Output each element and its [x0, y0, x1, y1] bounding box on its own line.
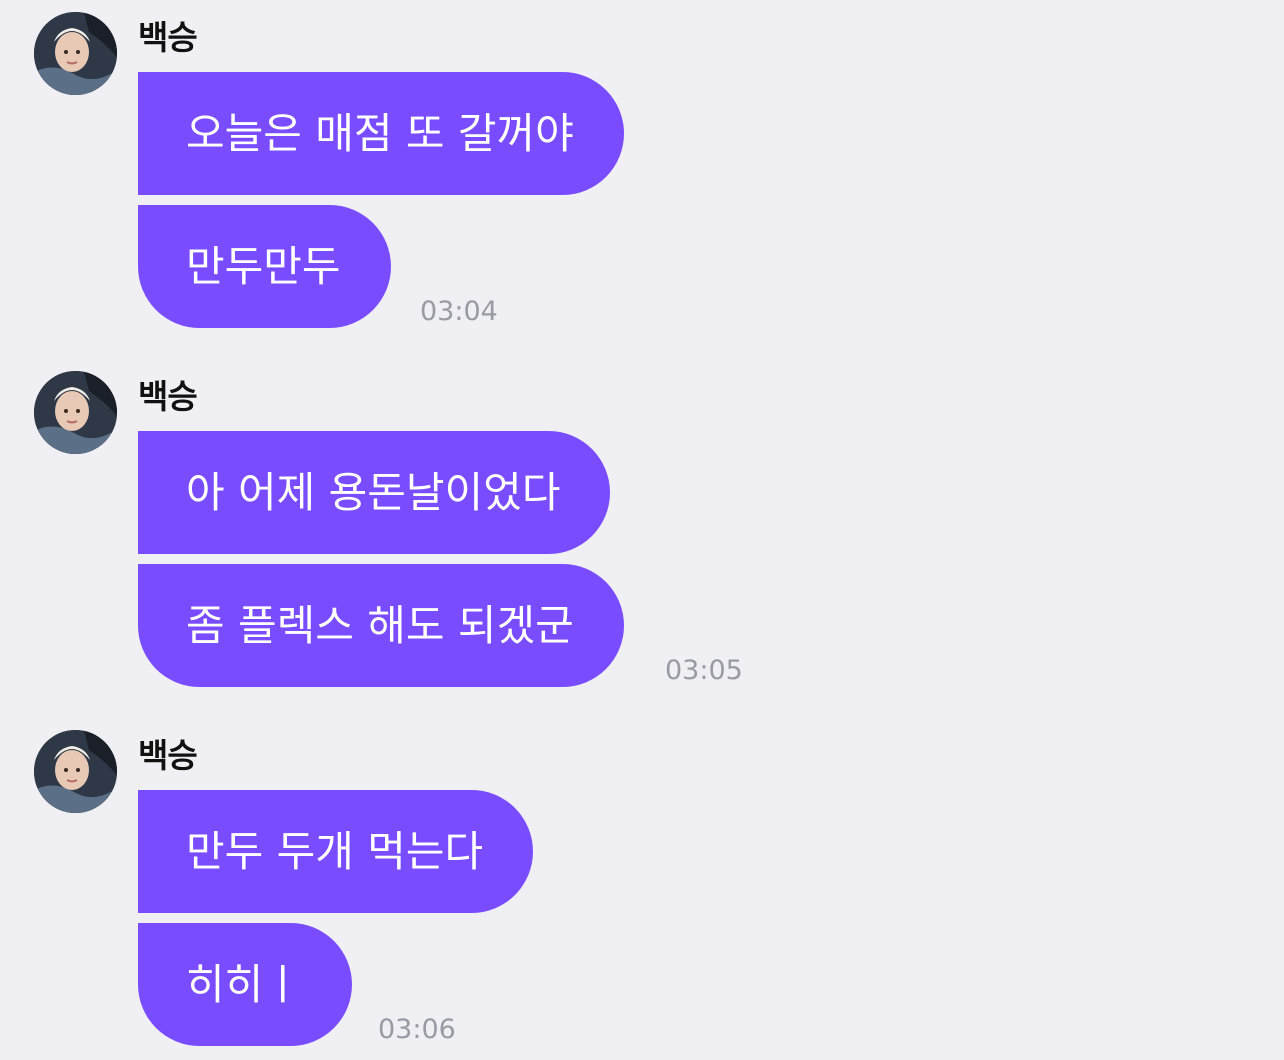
- avatar[interactable]: [34, 371, 117, 454]
- message-bubble[interactable]: 히히ㅣ: [138, 923, 352, 1046]
- message-text: 좀 플렉스 해도 되겠군: [186, 601, 574, 650]
- profile-photo-icon: [34, 371, 117, 454]
- timestamp: 03:04: [420, 296, 498, 327]
- message-text: 오늘은 매점 또 갈꺼야: [186, 109, 574, 158]
- timestamp: 03:06: [378, 1014, 456, 1045]
- message-bubble[interactable]: 좀 플렉스 해도 되겠군: [138, 564, 624, 687]
- profile-photo-icon: [34, 730, 117, 813]
- sender-name: 백승: [138, 736, 198, 775]
- timestamp: 03:05: [665, 655, 743, 686]
- message-bubble[interactable]: 오늘은 매점 또 갈꺼야: [138, 72, 624, 195]
- profile-photo-icon: [34, 12, 117, 95]
- sender-name: 백승: [138, 377, 198, 416]
- message-bubble[interactable]: 만두만두: [138, 205, 391, 328]
- sender-name: 백승: [138, 18, 198, 57]
- message-text: 아 어제 용돈날이었다: [186, 468, 561, 517]
- avatar[interactable]: [34, 730, 117, 813]
- message-text: 만두 두개 먹는다: [186, 827, 484, 876]
- message-bubble[interactable]: 만두 두개 먹는다: [138, 790, 534, 913]
- message-text: 히히ㅣ: [186, 960, 302, 1009]
- avatar[interactable]: [34, 12, 117, 95]
- message-text: 만두만두: [186, 242, 341, 291]
- message-bubble[interactable]: 아 어제 용돈날이었다: [138, 431, 611, 554]
